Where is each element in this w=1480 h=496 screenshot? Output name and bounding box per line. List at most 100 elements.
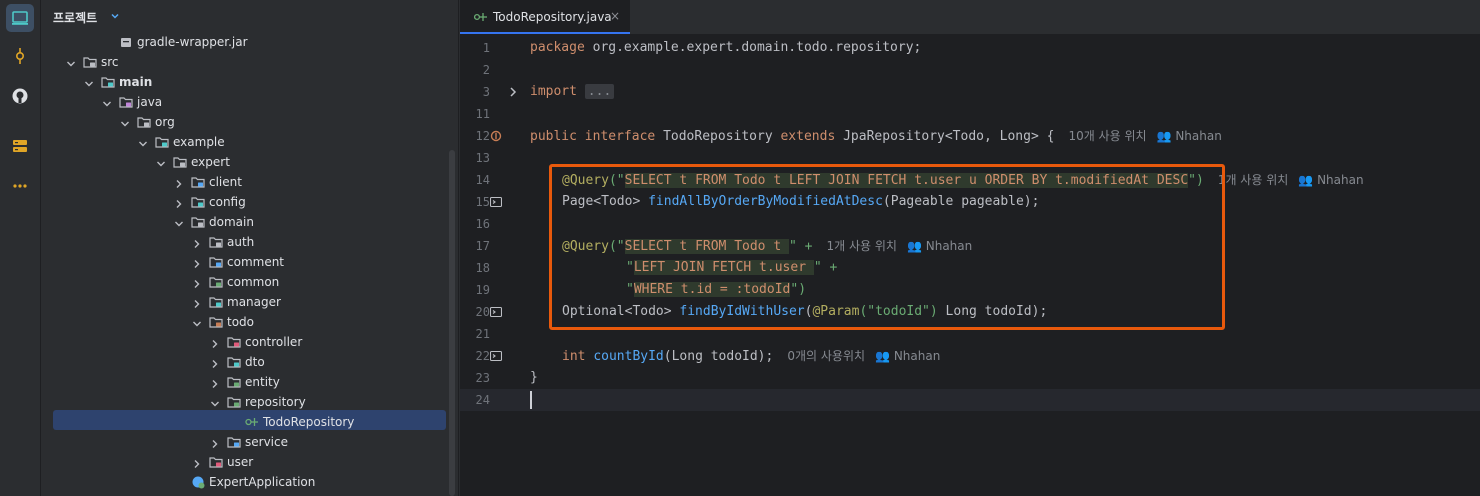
tree-item-label: controller [245, 335, 303, 349]
line-number: 20 [475, 305, 490, 319]
current-line-highlight [460, 389, 1480, 411]
services-icon[interactable] [6, 132, 34, 160]
chevron-down-icon[interactable] [155, 156, 167, 168]
tree-item-comment[interactable]: comment [41, 252, 441, 272]
tree-item-example[interactable]: example [41, 132, 441, 152]
tree-item-label: todo [227, 315, 255, 329]
chevron-right-icon[interactable] [209, 336, 221, 348]
chevron-right-icon[interactable] [191, 456, 203, 468]
chevron-right-icon[interactable] [191, 236, 203, 248]
tree-item-dto[interactable]: dto [41, 352, 441, 372]
chevron-down-icon[interactable] [101, 96, 113, 108]
tree-item-label: org [155, 115, 175, 129]
package-icon [227, 435, 241, 449]
chevron-right-icon[interactable] [191, 256, 203, 268]
implemented-icon[interactable] [490, 130, 502, 142]
package-icon [227, 395, 241, 409]
tab-todorepository[interactable]: TodoRepository.java × [460, 0, 630, 34]
database-query-icon[interactable] [489, 196, 503, 208]
folded-imports[interactable]: ... [584, 84, 615, 99]
chevron-down-icon[interactable] [173, 216, 185, 228]
tree-item-manager[interactable]: manager [41, 292, 441, 312]
chevron-down-icon[interactable] [119, 116, 131, 128]
code-line-23: } [530, 367, 538, 389]
package-icon [227, 375, 241, 389]
chevron-down-icon[interactable] [65, 56, 77, 68]
author-hint[interactable]: 👥 Nhahan [875, 345, 940, 367]
tree-item-label: example [173, 135, 225, 149]
chevron-down-icon[interactable] [137, 136, 149, 148]
folder-icon [83, 55, 97, 69]
tree-item-client[interactable]: client [41, 172, 441, 192]
tree-item-label: entity [245, 375, 280, 389]
tree-item-repository[interactable]: repository [41, 392, 441, 412]
interface-icon [473, 11, 488, 26]
chevron-right-icon[interactable] [209, 376, 221, 388]
package-icon [155, 135, 169, 149]
tree-item-common[interactable]: common [41, 272, 441, 292]
package-icon [191, 175, 205, 189]
author-hint[interactable]: 👥 Nhahan [1157, 125, 1222, 147]
project-view-icon[interactable] [6, 4, 34, 32]
database-query-icon[interactable] [489, 306, 503, 318]
tree-item-config[interactable]: config [41, 192, 441, 212]
tree-item-label: gradle-wrapper.jar [137, 35, 248, 49]
line-number: 2 [482, 63, 490, 77]
tree-item-gradle-wrapper-jar[interactable]: gradle-wrapper.jar [41, 32, 441, 52]
usage-hint[interactable]: 0개의 사용위치 [787, 345, 865, 367]
author-hint[interactable]: 👥 Nhahan [1298, 169, 1363, 191]
tree-item-main[interactable]: main [41, 72, 441, 92]
chevron-right-icon[interactable] [209, 356, 221, 368]
expand-fold-icon[interactable] [508, 86, 518, 101]
chevron-down-icon[interactable] [83, 76, 95, 88]
tree-item-label: expert [191, 155, 230, 169]
code-line-3: import ... [530, 81, 615, 103]
tree-item-expertapplication[interactable]: ExpertApplication [41, 472, 441, 492]
more-icon[interactable] [6, 172, 34, 200]
tree-item-label: ExpertApplication [209, 475, 316, 489]
tree-item-label: TodoRepository [263, 415, 355, 429]
tree-item-label: user [227, 455, 254, 469]
jar-icon [119, 35, 133, 49]
annotation-highlight-box [549, 164, 1225, 330]
database-query-icon[interactable] [489, 350, 503, 362]
interface-icon [245, 415, 259, 429]
tree-item-todo[interactable]: todo [41, 312, 441, 332]
chevron-down-icon[interactable] [191, 316, 203, 328]
commit-icon[interactable] [6, 42, 34, 70]
package-icon [209, 255, 223, 269]
tree-item-auth[interactable]: auth [41, 232, 441, 252]
type-name: JpaRepository<Todo, Long> [843, 129, 1039, 144]
keyword: extends [780, 129, 836, 144]
keyword: package [530, 40, 585, 55]
chevron-right-icon[interactable] [173, 196, 185, 208]
code-line-22: int countById(Long todoId); 0개의 사용위치 👥 Nha… [562, 345, 940, 367]
tree-item-expert[interactable]: expert [41, 152, 441, 172]
usage-hint[interactable]: 1개 사용 위치 [1218, 169, 1288, 191]
tree-item-java[interactable]: java [41, 92, 441, 112]
close-icon[interactable]: × [610, 9, 620, 23]
tree-item-service[interactable]: service [41, 432, 441, 452]
line-number: 11 [475, 107, 490, 121]
editor: TodoRepository.java × 1 2 3 11 12 13 14 … [459, 0, 1480, 496]
project-panel-title[interactable]: 프로젝트 [53, 9, 97, 26]
package-icon [209, 275, 223, 289]
tree-item-todorepository[interactable]: TodoRepository [41, 412, 441, 432]
chevron-right-icon[interactable] [191, 296, 203, 308]
usage-hint[interactable]: 10개 사용 위치 [1068, 125, 1146, 147]
tree-item-user[interactable]: user [41, 452, 441, 472]
project-scrollbar[interactable] [449, 150, 455, 496]
tree-item-org[interactable]: org [41, 112, 441, 132]
tree-item-entity[interactable]: entity [41, 372, 441, 392]
chevron-down-icon[interactable] [109, 10, 121, 25]
chevron-right-icon[interactable] [209, 436, 221, 448]
tree-item-label: domain [209, 215, 254, 229]
chevron-down-icon[interactable] [209, 396, 221, 408]
tree-item-src[interactable]: src [41, 52, 441, 72]
tree-item-controller[interactable]: controller [41, 332, 441, 352]
tree-item-domain[interactable]: domain [41, 212, 441, 232]
chevron-right-icon[interactable] [191, 276, 203, 288]
chevron-right-icon[interactable] [173, 176, 185, 188]
package-name: org.example.expert.domain.todo.repositor… [584, 40, 922, 55]
github-icon[interactable] [6, 82, 34, 110]
